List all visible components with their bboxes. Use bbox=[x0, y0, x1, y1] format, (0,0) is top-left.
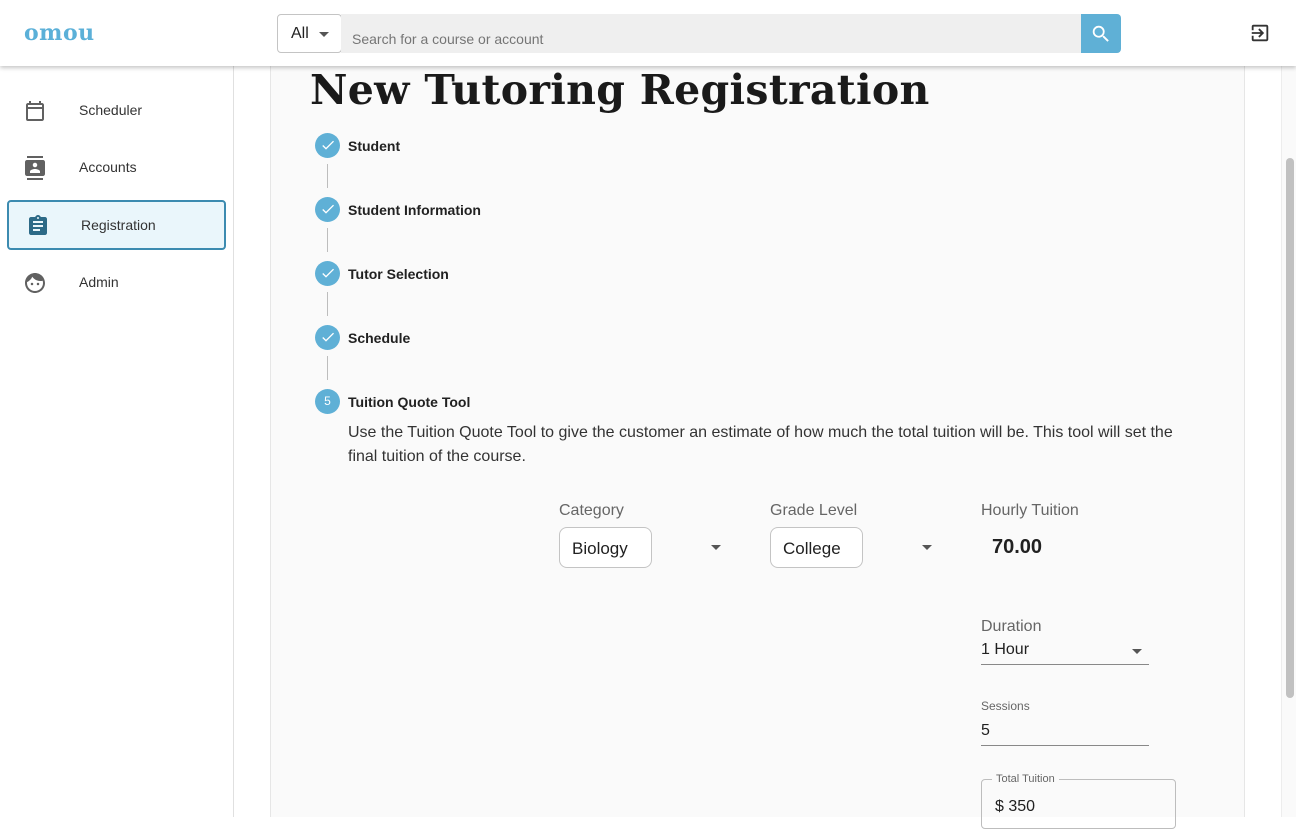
sidebar-item-label: Registration bbox=[81, 217, 156, 233]
step-number-badge: 5 bbox=[315, 388, 340, 414]
sidebar-item-accounts[interactable]: Accounts bbox=[7, 142, 226, 192]
step-label: Student bbox=[348, 138, 401, 154]
total-tuition-label: Total Tuition bbox=[992, 773, 1059, 785]
clipboard-icon bbox=[29, 215, 47, 235]
sidebar: Scheduler Accounts Registration Admin bbox=[0, 66, 234, 817]
sidebar-item-registration[interactable]: Registration bbox=[7, 200, 226, 250]
category-value: Biology bbox=[572, 539, 628, 558]
step-label: Schedule bbox=[348, 330, 411, 346]
face-icon bbox=[25, 273, 45, 293]
contacts-icon bbox=[25, 156, 45, 180]
hourly-tuition-label: Hourly Tuition bbox=[981, 502, 1079, 519]
search-input[interactable] bbox=[341, 14, 1081, 53]
step-complete-badge bbox=[315, 132, 340, 158]
step-complete-badge bbox=[315, 196, 340, 222]
duration-value: 1 Hour bbox=[981, 641, 1030, 658]
step-tuition-quote-tool[interactable]: 5 Tuition Quote Tool bbox=[315, 388, 470, 414]
step-schedule[interactable]: Schedule bbox=[315, 324, 410, 350]
scrollbar-thumb[interactable] bbox=[1286, 158, 1294, 698]
quote-description: Use the Tuition Quote Tool to give the c… bbox=[348, 424, 1173, 465]
step-complete-badge bbox=[315, 260, 340, 286]
step-student-information[interactable]: Student Information bbox=[315, 196, 481, 222]
grade-level-value: College bbox=[783, 539, 841, 558]
page-title: New Tutoring Registration bbox=[310, 66, 930, 114]
step-connector bbox=[327, 228, 328, 252]
check-icon bbox=[321, 140, 334, 150]
duration-select[interactable]: 1 Hour bbox=[981, 639, 1149, 665]
step-connector bbox=[327, 164, 328, 188]
search-icon bbox=[1092, 25, 1109, 42]
chevron-down-icon[interactable] bbox=[922, 545, 932, 550]
step-connector bbox=[327, 356, 328, 380]
search-bar: All bbox=[277, 14, 1121, 53]
step-label: Tutor Selection bbox=[348, 266, 449, 282]
step-label: Student Information bbox=[348, 202, 481, 218]
step-label: Tuition Quote Tool bbox=[348, 394, 471, 410]
chevron-down-icon bbox=[1132, 649, 1142, 654]
step-tutor-selection[interactable]: Tutor Selection bbox=[315, 260, 449, 286]
search-button[interactable] bbox=[1081, 14, 1121, 53]
sidebar-item-scheduler[interactable]: Scheduler bbox=[7, 85, 226, 135]
total-tuition-value: $ 350 bbox=[995, 798, 1036, 815]
category-select[interactable]: Biology bbox=[559, 527, 652, 568]
main-panel: New Tutoring Registration Student Studen… bbox=[270, 66, 1245, 829]
sessions-input[interactable]: 5 bbox=[981, 719, 1149, 746]
sessions-label: Sessions bbox=[981, 699, 1030, 713]
chevron-down-icon[interactable] bbox=[711, 545, 721, 550]
category-label: Category bbox=[559, 502, 624, 519]
step-complete-badge bbox=[315, 324, 340, 350]
hourly-tuition-value: 70.00 bbox=[992, 536, 1043, 558]
check-icon bbox=[321, 204, 334, 214]
step-student[interactable]: Student bbox=[315, 132, 400, 158]
grade-level-select[interactable]: College bbox=[770, 527, 863, 568]
top-app-bar: omou All bbox=[0, 0, 1296, 66]
vertical-scrollbar[interactable] bbox=[1281, 66, 1296, 817]
search-filter-value: All bbox=[291, 25, 309, 42]
sidebar-item-label: Accounts bbox=[79, 159, 137, 175]
duration-label: Duration bbox=[981, 618, 1042, 635]
check-icon bbox=[321, 268, 334, 278]
logout-icon[interactable] bbox=[1249, 22, 1271, 44]
grade-level-label: Grade Level bbox=[770, 502, 858, 519]
search-filter-select[interactable]: All bbox=[277, 14, 342, 53]
total-tuition-field[interactable]: Total Tuition $ 350 bbox=[981, 773, 1176, 829]
sidebar-item-label: Admin bbox=[79, 274, 119, 290]
app-logo[interactable]: omou bbox=[24, 20, 95, 46]
step-connector bbox=[327, 292, 328, 316]
sessions-value: 5 bbox=[981, 722, 990, 739]
chevron-down-icon bbox=[319, 32, 329, 37]
calendar-icon bbox=[26, 101, 44, 121]
sidebar-item-admin[interactable]: Admin bbox=[7, 257, 226, 307]
sidebar-item-label: Scheduler bbox=[79, 102, 143, 118]
check-icon bbox=[321, 332, 334, 342]
